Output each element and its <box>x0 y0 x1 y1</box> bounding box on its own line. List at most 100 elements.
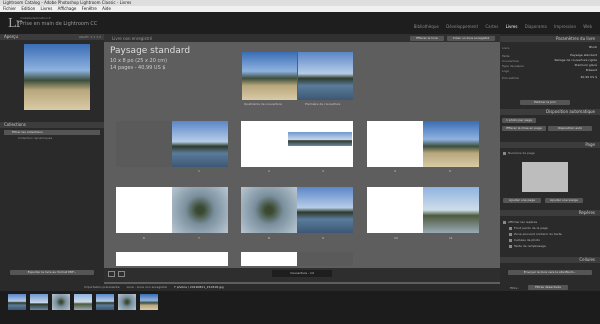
collection-smart[interactable]: Collection dynamiques <box>4 136 100 141</box>
setting-value-cover[interactable]: Reliage de couverture rigide <box>554 58 597 62</box>
spread-5-right[interactable] <box>297 187 353 233</box>
navigator-zoom[interactable]: ADAPT. 1:1 1:2 <box>79 34 101 40</box>
spread-6-left[interactable] <box>367 187 423 233</box>
cells-title: Cellules <box>579 257 595 262</box>
collections-title: Collections <box>4 122 26 127</box>
navigator-preview[interactable] <box>24 44 90 110</box>
autolayout-preset-row: 1 photo par page <box>502 118 597 123</box>
create-book-button[interactable]: Créer un livre enregistré <box>447 36 495 41</box>
setting-label: Logo <box>502 69 510 73</box>
spread-view-icon[interactable] <box>118 271 125 277</box>
filmstrip-thumb[interactable] <box>118 294 136 310</box>
spread-3-left[interactable] <box>367 121 423 167</box>
multipage-view-icon[interactable] <box>108 271 115 277</box>
filmstrip-thumb[interactable] <box>140 294 158 310</box>
autolayout-preset[interactable]: 1 photo par page <box>502 118 536 123</box>
settings-title: Paramètres du livre <box>555 36 595 41</box>
menu-edition[interactable]: Edition <box>21 6 35 11</box>
setting-value-book[interactable]: Blurb <box>589 45 597 49</box>
cells-header[interactable]: Cellules <box>500 257 600 263</box>
unsaved-label: Livre non enregistré <box>112 36 153 41</box>
menu-fenetre[interactable]: Fenêtre <box>82 6 97 11</box>
menu-affichage[interactable]: Affichage <box>58 6 77 11</box>
navigator-header[interactable]: Aperçu ADAPT. 1:1 1:2 <box>0 34 104 40</box>
page-layout-preview[interactable] <box>522 162 568 192</box>
checkbox[interactable] <box>509 226 512 230</box>
collections-header[interactable]: Collections <box>0 122 104 128</box>
page-number: 5 <box>449 169 451 173</box>
spread-8-left[interactable] <box>241 252 297 266</box>
module-slideshow[interactable]: Diaporama <box>525 24 547 29</box>
spread-7-right[interactable] <box>172 252 228 266</box>
book-pages: 14 pages - 40,99 US $ <box>110 65 166 71</box>
spread-1-right[interactable] <box>172 121 228 167</box>
menu-aide[interactable]: Aide <box>102 6 111 11</box>
collection-filter[interactable]: Filtrer les collections <box>4 130 100 135</box>
spread-4-left[interactable] <box>116 187 172 233</box>
spread-7-left[interactable] <box>116 252 172 266</box>
page-panel-title: Page <box>585 142 595 147</box>
module-book[interactable]: Livres <box>506 24 518 29</box>
filmstrip-thumb[interactable] <box>52 294 70 310</box>
page-number: 1 <box>198 169 200 173</box>
page-number: 7 <box>198 236 200 240</box>
cover-front-photo[interactable] <box>298 52 353 100</box>
page-number: 10 <box>394 236 398 240</box>
setting-label: Livre <box>502 46 510 50</box>
checkbox[interactable] <box>503 151 506 155</box>
filmstrip-thumb[interactable] <box>74 294 92 310</box>
settings-header[interactable]: Paramètres du livre <box>500 36 600 42</box>
page-nav-label: Couverture - 14 <box>290 271 314 275</box>
estimate-price-button[interactable]: Estimer le prix <box>520 100 570 105</box>
spread-4-right[interactable] <box>172 187 228 233</box>
clear-book-button[interactable]: Effacer le livre <box>410 36 444 41</box>
cover-back-photo[interactable] <box>242 52 297 100</box>
spread-8-right[interactable] <box>297 252 353 266</box>
clear-layout-button[interactable]: Effacer la mise en page <box>502 126 546 131</box>
auto-layout-button[interactable]: Disposition auto <box>548 126 592 131</box>
spread-5-left[interactable] <box>241 187 297 233</box>
add-blank-button[interactable]: Ajouter une vierge <box>545 198 583 203</box>
guides-header[interactable]: Repères <box>500 210 600 216</box>
page-navigator[interactable]: Couverture - 14 <box>272 270 332 277</box>
filmstrip-source[interactable]: Importation précédente <box>84 285 120 289</box>
page-number: 8 <box>268 236 270 240</box>
module-map[interactable]: Cartes <box>485 24 498 29</box>
add-page-button[interactable]: Ajouter une page <box>503 198 541 203</box>
guide-label: Texte de remplissage <box>514 244 546 248</box>
checkbox[interactable] <box>509 244 512 248</box>
menu-fichier[interactable]: Fichier <box>3 6 16 11</box>
filmstrip-count: 7 photos / 20190821_151818.jpg <box>173 285 224 289</box>
menu-livres[interactable]: Livres <box>40 6 52 11</box>
page-number: 9 <box>322 236 324 240</box>
page-numbers-toggle[interactable]: Numéros de page <box>503 151 535 155</box>
checkbox[interactable] <box>509 238 512 242</box>
filter-select[interactable]: Filtres désactivés <box>528 285 568 290</box>
filmstrip-thumb[interactable] <box>30 294 48 310</box>
spread-3-right[interactable] <box>423 121 479 167</box>
page-number: 11 <box>449 236 453 240</box>
autolayout-header[interactable]: Disposition automatique <box>500 109 600 115</box>
module-library[interactable]: Bibliothèque <box>414 24 439 29</box>
setting-value-paper[interactable]: Premium glacé <box>575 63 597 67</box>
guides-list: Afficher les repères Fond perdu de la pa… <box>503 219 562 249</box>
module-develop[interactable]: Développement <box>446 24 478 29</box>
filmstrip-thumb[interactable] <box>8 294 26 310</box>
setting-value-size[interactable]: Paysage standard <box>570 53 597 57</box>
book-size: 10 x 8 po (25 x 20 cm) <box>110 58 168 64</box>
export-pdf-button[interactable]: Exporter le livre au format PDF... <box>10 270 94 275</box>
filmstrip-thumb[interactable] <box>96 294 114 310</box>
module-print[interactable]: Impression <box>554 24 576 29</box>
spread-1-left[interactable] <box>116 121 172 167</box>
spread-6-right[interactable] <box>423 187 479 233</box>
setting-value-logo[interactable]: Présent <box>586 68 597 72</box>
cover-back-label: Quatrième de couverture <box>244 102 282 106</box>
spread-2-panorama[interactable] <box>288 132 352 146</box>
checkbox[interactable] <box>503 220 506 224</box>
module-web[interactable]: Web <box>583 24 592 29</box>
guide-row[interactable]: Texte de remplissage <box>503 243 562 249</box>
send-to-blurb-button[interactable]: Envoyer le livre vers le site Blurb... <box>508 270 592 275</box>
page-number: 6 <box>143 236 145 240</box>
page-header[interactable]: Page <box>500 142 600 148</box>
checkbox[interactable] <box>509 232 512 236</box>
